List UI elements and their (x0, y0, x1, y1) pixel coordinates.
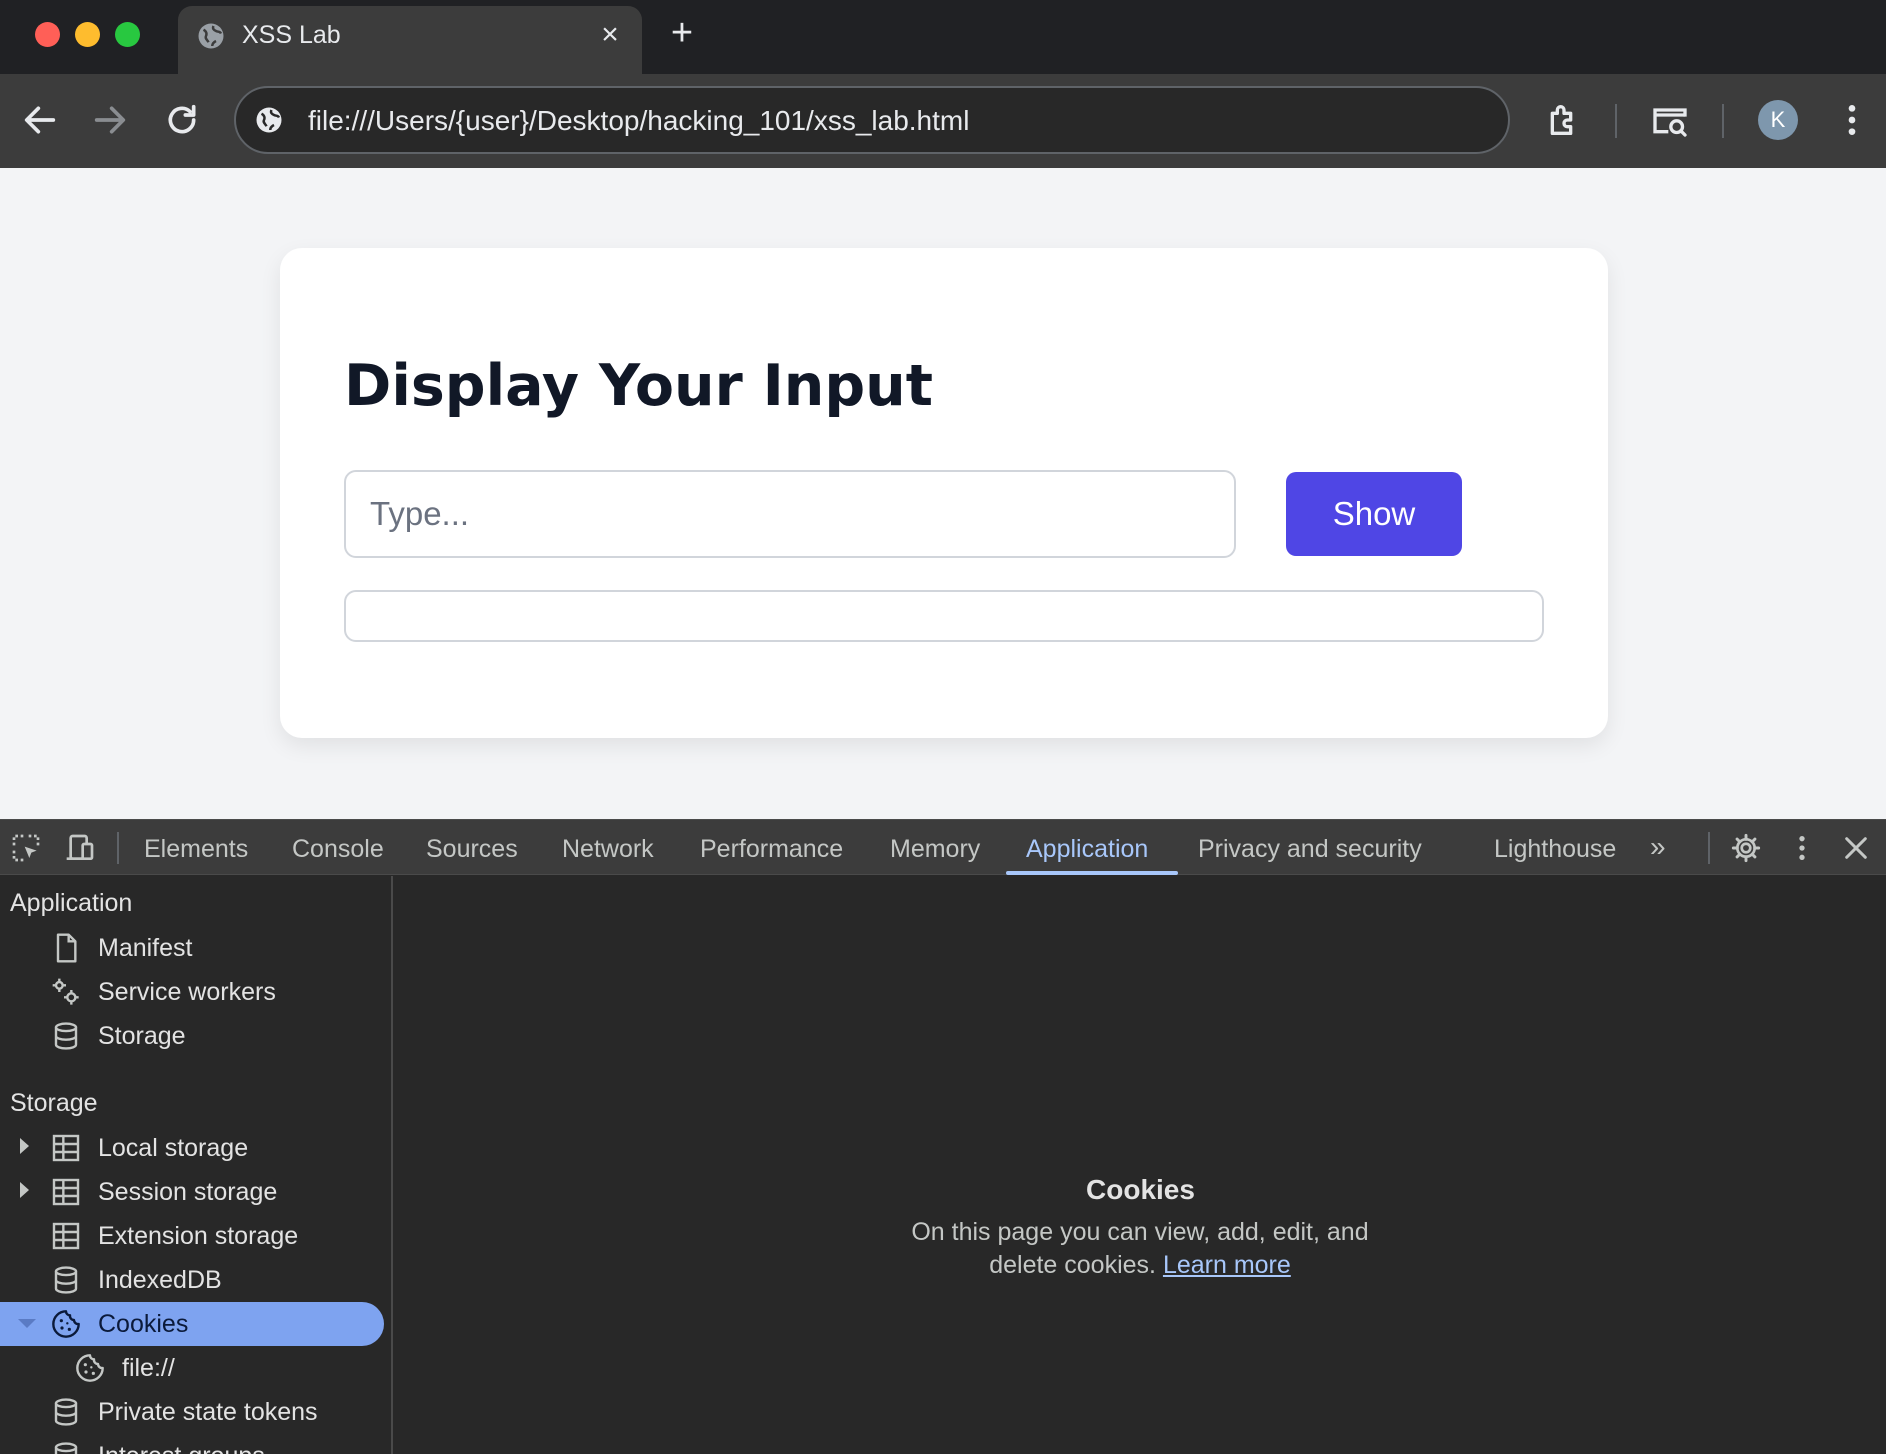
gears-icon (52, 978, 79, 1005)
expand-arrow-icon[interactable] (20, 1182, 29, 1198)
close-window-button[interactable] (35, 22, 60, 47)
sidebar-item-interest-groups[interactable]: Interest groups (0, 1434, 391, 1454)
sidebar-item-label: Storage (98, 1022, 186, 1050)
sidebar-item-private-state-tokens[interactable]: Private state tokens (0, 1390, 391, 1434)
devtools-panel: Elements Console Sources Network Perform… (0, 819, 1886, 1454)
sidebar-item-local-storage[interactable]: Local storage (0, 1126, 391, 1170)
tab-strip: XSS Lab × + (0, 0, 1886, 74)
sidebar-item-label: Manifest (98, 934, 193, 962)
database-icon (54, 1266, 78, 1294)
collapse-arrow-icon[interactable] (18, 1319, 36, 1328)
cookie-icon (76, 1354, 104, 1382)
database-icon (54, 1442, 78, 1454)
table-icon (52, 1222, 80, 1250)
cookie-icon (52, 1310, 80, 1338)
globe-icon (198, 23, 224, 49)
tab-title: XSS Lab (242, 21, 341, 49)
settings-gear-icon[interactable] (1730, 832, 1762, 864)
sidebar-item-extension-storage[interactable]: Extension storage (0, 1214, 391, 1258)
new-tab-button[interactable]: + (664, 14, 700, 52)
table-icon (52, 1178, 80, 1206)
tab-elements[interactable]: Elements (144, 834, 248, 864)
site-info-icon[interactable] (254, 105, 284, 135)
empty-state-description: On this page you can view, add, edit, an… (890, 1216, 1390, 1282)
reload-icon[interactable] (162, 100, 202, 140)
back-icon[interactable] (20, 100, 60, 140)
tab-lighthouse[interactable]: Lighthouse (1494, 834, 1616, 864)
tab-memory[interactable]: Memory (890, 834, 980, 864)
more-tabs-icon[interactable]: » (1650, 832, 1666, 862)
sidebar-item-label: Extension storage (98, 1222, 299, 1250)
show-button[interactable]: Show (1286, 472, 1462, 556)
tab-network[interactable]: Network (562, 834, 654, 864)
sidebar-item-cookies[interactable]: Cookies (0, 1302, 391, 1346)
tab-privacy-and-security[interactable]: Privacy and security (1198, 834, 1422, 864)
tab-sources[interactable]: Sources (426, 834, 518, 864)
sidebar-item-indexeddb[interactable]: IndexedDB (0, 1258, 391, 1302)
empty-state-title: Cookies (1086, 1174, 1195, 1205)
section-title-storage: Storage (10, 1089, 98, 1117)
sidebar-item-label: file:// (122, 1354, 175, 1382)
table-icon (52, 1134, 80, 1162)
description-text: On this page you can view, add, edit, an… (911, 1218, 1369, 1279)
tab-application[interactable]: Application (1026, 834, 1148, 864)
close-tab-icon[interactable]: × (596, 20, 624, 50)
devtools-menu-icon[interactable] (1786, 832, 1818, 864)
sidebar-item-label: Private state tokens (98, 1398, 318, 1426)
devtools-divider (117, 832, 119, 864)
toolbar-divider (1615, 104, 1617, 138)
sidebar-item-label: Session storage (98, 1178, 278, 1206)
expand-arrow-icon[interactable] (20, 1138, 29, 1154)
output-display (344, 590, 1544, 642)
close-devtools-icon[interactable] (1840, 832, 1872, 864)
sidebar-item-storage[interactable]: Storage (0, 1014, 391, 1058)
inspect-element-icon[interactable] (10, 832, 42, 864)
devtools-tab-bar: Elements Console Sources Network Perform… (0, 819, 1886, 875)
database-icon (54, 1398, 78, 1426)
sidebar-item-label: IndexedDB (98, 1266, 222, 1294)
page-heading: Display Your Input (344, 353, 933, 419)
application-sidebar: Application Manifest Service workers Sto… (0, 876, 393, 1454)
document-icon (56, 933, 77, 963)
minimize-window-button[interactable] (75, 22, 100, 47)
sidebar-item-manifest[interactable]: Manifest (0, 926, 391, 970)
sidebar-item-label: Interest groups (98, 1441, 265, 1454)
sidebar-item-service-workers[interactable]: Service workers (0, 970, 391, 1014)
sidebar-item-label: Local storage (98, 1134, 249, 1162)
tab-console[interactable]: Console (292, 834, 384, 864)
user-input[interactable] (344, 470, 1236, 558)
learn-more-link[interactable]: Learn more (1163, 1251, 1291, 1279)
active-tab-indicator (1006, 871, 1178, 875)
browser-toolbar: file:///Users/{user}/Desktop/hacking_101… (0, 74, 1886, 168)
forward-icon[interactable] (90, 100, 130, 140)
database-icon (54, 1022, 78, 1050)
page-viewport: Display Your Input Show (0, 168, 1886, 819)
sidebar-item-label: Service workers (98, 978, 276, 1006)
sidebar-item-session-storage[interactable]: Session storage (0, 1170, 391, 1214)
profile-avatar[interactable]: K (1758, 100, 1798, 140)
tab-performance[interactable]: Performance (700, 834, 843, 864)
content-card: Display Your Input Show (280, 248, 1608, 738)
address-url: file:///Users/{user}/Desktop/hacking_101… (308, 105, 970, 136)
section-title-application: Application (10, 889, 133, 917)
browser-menu-icon[interactable] (1832, 100, 1872, 140)
devtools-divider (1708, 832, 1710, 864)
cookies-pane: Cookies On this page you can view, add, … (395, 876, 1886, 1454)
device-toolbar-icon[interactable] (64, 832, 96, 864)
browser-tab[interactable]: XSS Lab × (178, 6, 642, 74)
tab-search-icon[interactable] (1650, 100, 1690, 140)
sidebar-item-label: Cookies (98, 1310, 189, 1338)
extensions-icon[interactable] (1544, 100, 1584, 140)
toolbar-divider (1722, 104, 1724, 138)
maximize-window-button[interactable] (115, 22, 140, 47)
sidebar-item-cookies-file[interactable]: file:// (0, 1346, 391, 1390)
address-bar[interactable]: file:///Users/{user}/Desktop/hacking_101… (234, 86, 1510, 154)
